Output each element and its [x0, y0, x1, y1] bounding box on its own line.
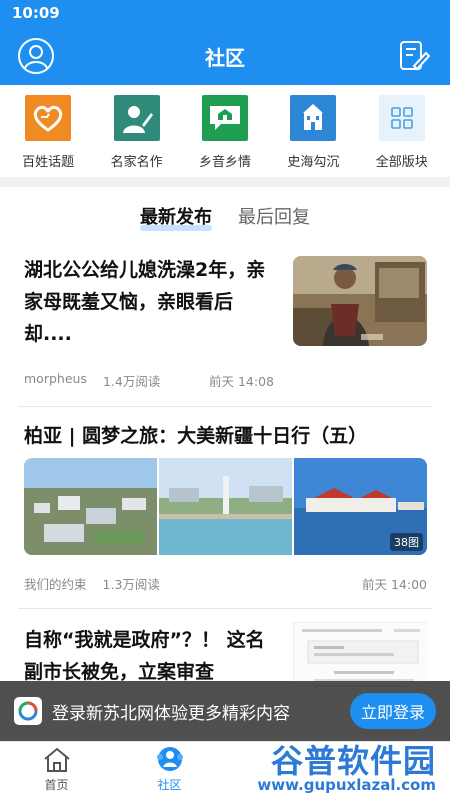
tab-label: 最新发布	[140, 207, 212, 228]
watermark: 谷普软件园 www.gupuxlazal.com	[244, 736, 444, 796]
page-title: 社区	[205, 46, 245, 70]
post-title: 湖北公公给儿媳洗澡2年，亲家母既羞又恼，亲眼看后却....	[24, 259, 266, 345]
category-topics[interactable]: 百姓话题	[8, 85, 88, 177]
category-label: 名家名作	[110, 155, 163, 170]
edit-note-icon	[400, 41, 430, 71]
nav-label: 首页	[44, 778, 69, 792]
login-banner: 登录新苏北网体验更多精彩内容 立即登录	[0, 681, 450, 741]
tab-last-reply[interactable]: 最后回复	[238, 187, 310, 237]
status-time: 10:09	[12, 4, 60, 22]
post-image-strip: 38图	[24, 458, 427, 555]
community-icon	[156, 747, 183, 771]
tab-latest[interactable]: 最新发布	[140, 187, 212, 237]
house-speech-icon	[201, 95, 248, 141]
category-label: 史海勾沉	[287, 155, 340, 170]
home-icon	[43, 747, 70, 772]
nav-home[interactable]: 首页	[0, 742, 113, 800]
post-image	[24, 458, 157, 555]
post-title: 自称“我就是政府”？！ 这名副市长被免，立案审查	[24, 629, 265, 683]
heart-icon	[25, 95, 72, 141]
grid-icon	[378, 95, 425, 141]
post-thumbnail	[293, 256, 427, 346]
post-image	[159, 458, 292, 555]
tab-label: 最后回复	[238, 207, 310, 228]
section-divider	[0, 177, 450, 187]
nav-label: 社区	[157, 778, 182, 792]
writer-icon	[113, 95, 160, 141]
category-label: 乡音乡情	[198, 155, 251, 170]
post-item[interactable]: 柏亚 | 圆梦之旅：大美新疆十日行（五） 38图 我们的约束 1.3万阅读 前天…	[0, 418, 450, 598]
category-label: 百姓话题	[22, 155, 75, 170]
post-reads: 1.3万阅读	[102, 577, 160, 592]
feed-tabs: 最新发布 最后回复	[0, 187, 450, 237]
post-divider	[18, 406, 432, 407]
category-row: 百姓话题 名家名作 乡音乡情 史海勾沉 全部版块	[0, 85, 450, 177]
compose-button[interactable]	[394, 36, 434, 76]
category-label: 全部版块	[375, 155, 428, 170]
image-count-badge: 38图	[390, 533, 423, 551]
login-button[interactable]: 立即登录	[350, 693, 436, 729]
post-reads: 1.4万阅读	[102, 374, 161, 389]
post-item[interactable]: 自称“我就是政府”？！ 这名副市长被免，立案审查	[0, 618, 450, 693]
login-prompt-text: 登录新苏北网体验更多精彩内容	[52, 703, 290, 724]
top-bar: 10:09 社区	[0, 0, 450, 85]
watermark-url: www.gupuxlazal.com	[257, 776, 436, 794]
post-meta: 我们的约束 1.3万阅读 前天 14:00	[24, 574, 427, 593]
temple-icon	[290, 95, 337, 141]
post-time: 前天 14:00	[362, 577, 427, 592]
post-author[interactable]: morpheus	[24, 371, 87, 390]
post-divider	[18, 608, 432, 609]
category-history[interactable]: 史海勾沉	[273, 85, 353, 177]
post-item[interactable]: 湖北公公给儿媳洗澡2年，亲家母既羞又恼，亲眼看后却.... morpheus 1…	[0, 248, 450, 398]
category-famous-works[interactable]: 名家名作	[97, 85, 177, 177]
app-logo-icon	[14, 697, 42, 725]
post-image: 38图	[294, 458, 427, 555]
post-time: 前天 14:08	[209, 374, 274, 389]
category-hometown[interactable]: 乡音乡情	[185, 85, 265, 177]
post-author[interactable]: 我们的约束	[24, 574, 87, 593]
category-all[interactable]: 全部版块	[362, 85, 442, 177]
post-meta: morpheus 1.4万阅读 前天 14:08	[24, 371, 274, 390]
nav-community[interactable]: 社区	[113, 742, 226, 800]
post-title: 柏亚 | 圆梦之旅：大美新疆十日行（五）	[24, 425, 368, 447]
